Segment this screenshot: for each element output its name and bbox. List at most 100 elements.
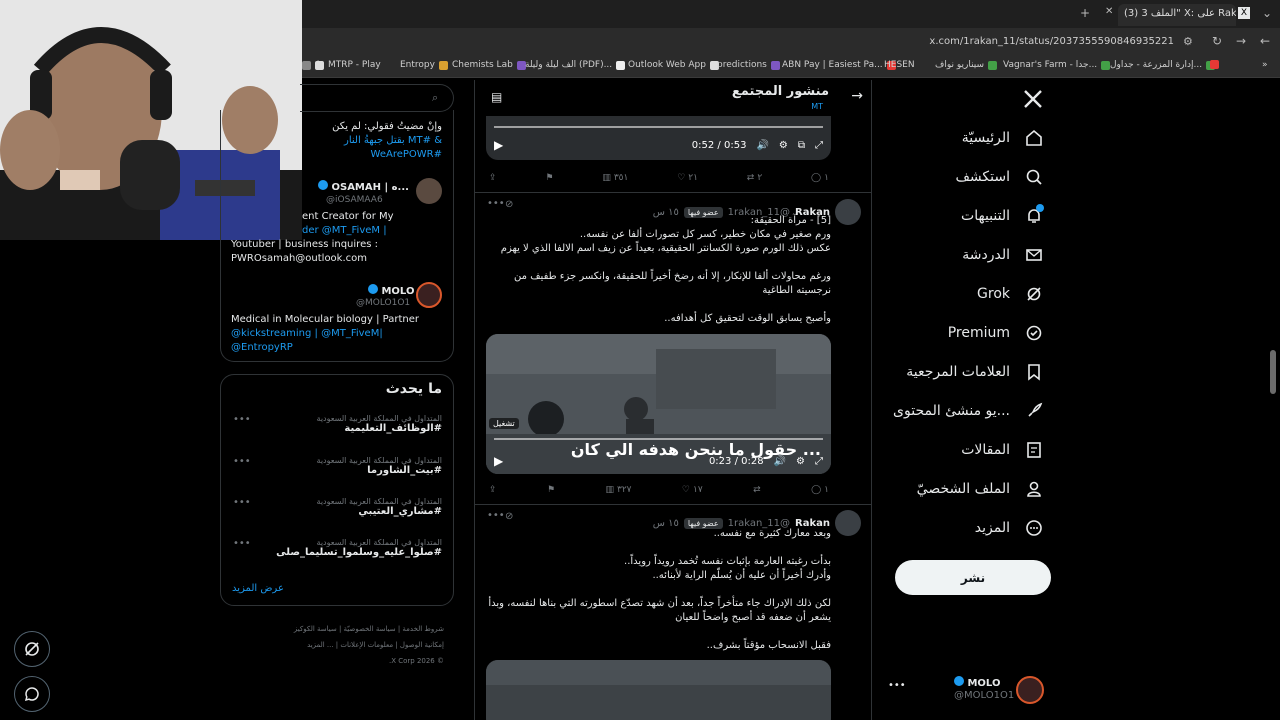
- views-stat[interactable]: ▥ ٣٥١: [602, 173, 628, 183]
- nav-creator-studio[interactable]: ...يو منشئ المحتوى: [893, 401, 1044, 421]
- nav-messages[interactable]: الدردشة: [962, 245, 1044, 265]
- more-options-icon[interactable]: •••: [233, 538, 251, 549]
- share-icon[interactable]: ⇪: [489, 173, 497, 183]
- more-options-icon[interactable]: •••: [487, 198, 505, 209]
- avatar[interactable]: [835, 199, 861, 225]
- video-player[interactable]: تشغيل ... حقول ما بنحن هدفه الي كان ▶ 0:…: [486, 334, 831, 474]
- bookmarks-more-icon[interactable]: »: [1262, 60, 1268, 70]
- scrollbar-thumb[interactable]: [1270, 350, 1276, 394]
- like-stat[interactable]: ♡ ١٧: [682, 485, 703, 495]
- footer-link[interactable]: ... المزيد: [307, 641, 334, 649]
- tab-search-icon[interactable]: ⌄: [1262, 6, 1272, 20]
- play-icon[interactable]: ▶: [494, 454, 503, 468]
- nav-explore[interactable]: استكشف: [955, 167, 1044, 187]
- bookmark-item[interactable]: HESEN: [884, 60, 915, 70]
- footer-link[interactable]: سياسة الخصوصيّة: [344, 625, 396, 633]
- search-box[interactable]: ⌕: [300, 84, 454, 112]
- pip-icon[interactable]: ⧉: [798, 140, 805, 151]
- tweet-line: بدأت رغبته العارمة بإثبات نفسه تُخمد روي…: [624, 556, 831, 567]
- footer-link[interactable]: إمكانية الوصول: [400, 641, 444, 649]
- footer-link[interactable]: شروط الخدمة: [402, 625, 444, 633]
- more-options-icon[interactable]: •••: [233, 414, 251, 425]
- settings-icon[interactable]: ⚙: [779, 140, 788, 151]
- video-frame-image: [486, 660, 831, 720]
- reply-stat[interactable]: ◯ ١: [811, 173, 829, 183]
- more-options-icon[interactable]: •••: [233, 456, 251, 467]
- views-stat[interactable]: ▥ ٣٢٧: [605, 485, 631, 495]
- nav-articles[interactable]: المقالات: [961, 440, 1044, 460]
- active-tab[interactable]: (3) الملف 3" X: على Rakan :ALPHA: [1118, 4, 1236, 26]
- nav-home[interactable]: الرئيسيّة: [962, 128, 1044, 148]
- video-player[interactable]: ▶ 0:52 / 0:53 🔊 ⚙ ⧉ ⤢: [486, 116, 831, 160]
- avatar: [1016, 676, 1044, 704]
- tweet-line: عكس ذلك الورم صورة الكسانتر الحقيقية، بع…: [500, 243, 831, 254]
- tweet-text: [5] - مرآة الحقيقة: ورم صغير في مكان خطي…: [483, 214, 831, 326]
- nav-premium[interactable]: Premium: [948, 323, 1044, 343]
- more-options-icon[interactable]: •••: [888, 680, 906, 691]
- fullscreen-icon[interactable]: ⤢: [815, 456, 823, 467]
- nav-more[interactable]: المزيد: [975, 518, 1044, 538]
- close-tab-icon[interactable]: ✕: [1105, 6, 1113, 17]
- nav-notifications[interactable]: التنبيهات: [961, 204, 1044, 226]
- x-logo-icon[interactable]: [1022, 88, 1044, 113]
- more-options-icon[interactable]: •••: [487, 510, 505, 521]
- reload-icon[interactable]: ↻: [1212, 34, 1222, 48]
- footer-link[interactable]: سياسة الكوكيز: [294, 625, 337, 633]
- nav-label: Premium: [947, 325, 1010, 341]
- tweet-line: وأصبح يسابق الوقت لتحقيق كل أهدافه..: [664, 313, 831, 324]
- share-icon[interactable]: ⇪: [489, 485, 497, 495]
- back-icon[interactable]: ←: [1260, 34, 1270, 48]
- account-switcher[interactable]: ••• MOLO @MOLO1O1: [886, 676, 1046, 706]
- repost-stat[interactable]: ⇄ ٢: [747, 173, 762, 183]
- bookmark-item[interactable]: Entropy: [400, 60, 448, 70]
- footer-link[interactable]: معلومات الإعلانات: [340, 641, 393, 649]
- video-player[interactable]: [486, 660, 831, 720]
- bookmark-item[interactable]: إدارة المزرعة - جداول...: [1110, 60, 1216, 70]
- nav-grok[interactable]: Grok: [977, 284, 1044, 304]
- avatar[interactable]: [835, 510, 861, 536]
- grok-fab[interactable]: [14, 631, 50, 667]
- bookmark-item[interactable]: MTRP - Play: [315, 60, 381, 70]
- like-stat[interactable]: ♡ ٢١: [677, 173, 698, 183]
- url-text[interactable]: x.com/1rakan_11/status/20373555908469352…: [929, 36, 1174, 47]
- show-more-link[interactable]: عرض المزيد: [232, 583, 284, 594]
- more-options-icon[interactable]: •••: [233, 497, 251, 508]
- bookmark-item[interactable]: [1210, 60, 1219, 69]
- post-button[interactable]: نشر: [895, 560, 1051, 595]
- trend-item[interactable]: المتداول في المملكة العربية السعودية #بي…: [232, 456, 442, 476]
- bookmark-icon[interactable]: ⚑: [547, 485, 555, 495]
- bookmark-item[interactable]: ABN Pay | Easiest Pa...: [782, 60, 896, 70]
- nav-profile[interactable]: الملف الشخصيّ: [917, 479, 1044, 499]
- grok-icon[interactable]: ⊘: [505, 199, 513, 210]
- trend-item[interactable]: المتداول في المملكة العربية السعودية #مش…: [232, 497, 442, 517]
- play-icon[interactable]: ▶: [494, 138, 503, 152]
- chat-bubble-icon: [24, 687, 39, 702]
- repost-icon[interactable]: ⇄: [753, 485, 761, 495]
- bookmark-item[interactable]: Chemists Lab: [452, 60, 526, 70]
- grok-icon[interactable]: ⊘: [505, 511, 513, 522]
- video-time: 0:23 / 0:28: [708, 455, 764, 467]
- search-icon: ⌕: [432, 91, 439, 104]
- volume-icon[interactable]: 🔊: [756, 140, 768, 151]
- site-settings-icon[interactable]: ⚙: [1183, 35, 1193, 48]
- video-progress-bar[interactable]: [494, 438, 823, 440]
- bookmark-item[interactable]: Outlook Web App: [628, 60, 719, 70]
- back-arrow-icon[interactable]: →: [851, 88, 863, 104]
- trend-item[interactable]: المتداول في المملكة العربية السعودية #صل…: [232, 538, 442, 558]
- bookmark-item[interactable]: predictions: [717, 60, 780, 70]
- bookmark-item[interactable]: سيناريو نواف: [935, 60, 998, 70]
- bookmark-item[interactable]: الف ليلة وليلة (PDF)...: [525, 60, 626, 70]
- forward-icon[interactable]: →: [1236, 34, 1246, 48]
- fullscreen-icon[interactable]: ⤢: [815, 140, 823, 151]
- new-tab-icon[interactable]: +: [1080, 6, 1090, 20]
- bookmark-item[interactable]: Vagnar's Farm - جدا...: [1003, 60, 1111, 70]
- volume-icon[interactable]: 🔊: [774, 456, 786, 467]
- reader-mode-icon[interactable]: ▤: [491, 90, 502, 104]
- video-progress-bar[interactable]: [494, 126, 823, 128]
- nav-bookmarks[interactable]: العلامات المرجعية: [906, 362, 1044, 382]
- settings-icon[interactable]: ⚙: [796, 456, 805, 467]
- bookmark-icon[interactable]: ⚑: [545, 173, 553, 183]
- reply-stat[interactable]: ◯ ١: [811, 485, 829, 495]
- messages-fab[interactable]: [14, 676, 50, 712]
- trend-item[interactable]: المتداول في المملكة العربية السعودية #ال…: [232, 414, 442, 434]
